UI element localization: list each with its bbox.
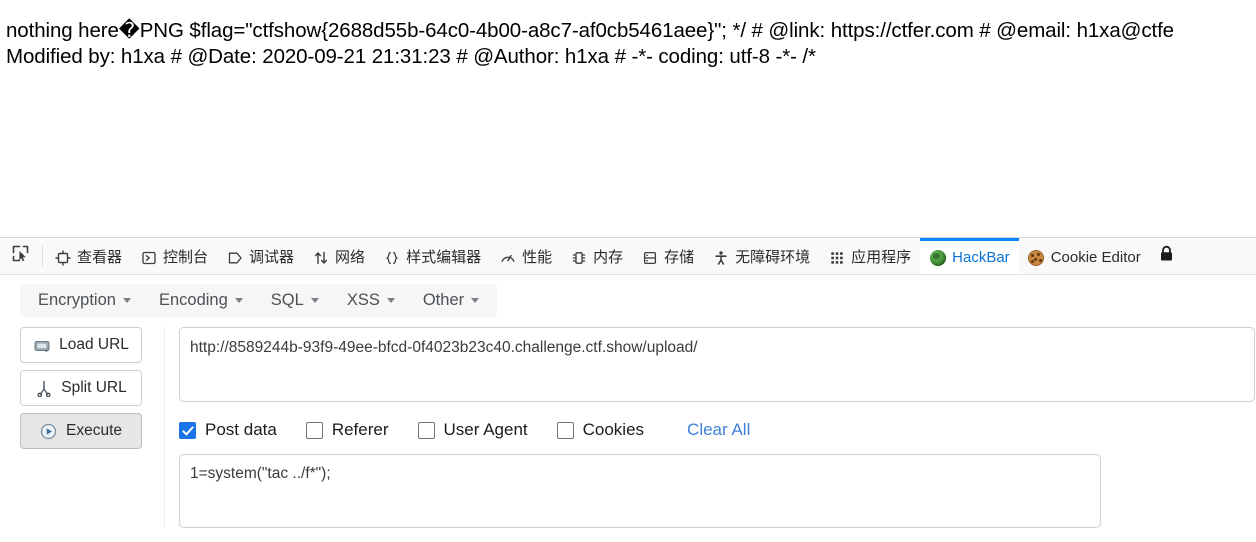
devtools-tab-console[interactable]: 控制台: [131, 238, 217, 274]
devtools-tab-memory[interactable]: 内存: [561, 238, 632, 274]
option-post-data[interactable]: Post data: [179, 420, 277, 440]
devtools-panel: 查看器 控制台 调试器 网络 样式编辑器 性能 内存 存储 无障碍环境 应用程序…: [0, 237, 1256, 542]
post-data-checkbox[interactable]: [179, 421, 196, 439]
hackbar-fields: Post data Referer User Agent Cookie: [165, 327, 1256, 528]
hackbar-menu-label: Encryption: [38, 291, 116, 309]
split-url-label: Split URL: [61, 379, 127, 396]
memory-icon: [570, 249, 587, 266]
lock-icon: [1158, 245, 1175, 267]
hackbar-menu-encoding[interactable]: Encoding: [145, 291, 257, 310]
devtools-tab-network[interactable]: 网络: [303, 238, 374, 274]
chevron-down-icon: [310, 298, 319, 303]
devtools-tab-label: 应用程序: [851, 249, 912, 266]
hackbar-body: Load URL Split URL Execute http://858924…: [0, 327, 1256, 528]
devtools-tab-style-editor[interactable]: 样式编辑器: [374, 238, 490, 274]
browser-window: nothing here�PNG $flag="ctfshow{2688d55b…: [0, 0, 1256, 542]
devtools-tab-cookie-editor[interactable]: Cookie Editor: [1019, 238, 1150, 274]
toolbar-divider: [42, 246, 43, 266]
application-icon: [828, 249, 845, 266]
network-icon: [312, 249, 329, 266]
devtools-tab-storage[interactable]: 存储: [632, 238, 703, 274]
execute-play-icon: [40, 422, 58, 440]
hackbar-options-row: Post data Referer User Agent Cookies Cle…: [179, 420, 1256, 440]
chevron-down-icon: [471, 298, 480, 303]
hackbar-menu-label: Other: [422, 291, 465, 309]
option-referer[interactable]: Referer: [305, 420, 389, 440]
option-user-agent[interactable]: User Agent: [417, 420, 528, 440]
devtools-toolbar: 查看器 控制台 调试器 网络 样式编辑器 性能 内存 存储 无障碍环境 应用程序…: [0, 238, 1256, 275]
element-picker-button[interactable]: [0, 238, 40, 274]
option-label: User Agent: [443, 420, 528, 439]
devtools-tab-debugger[interactable]: 调试器: [217, 238, 303, 274]
hackbar-menu-sql[interactable]: SQL: [257, 291, 333, 310]
console-icon: [140, 249, 157, 266]
hackbar-menu-label: XSS: [346, 291, 380, 309]
devtools-tab-application[interactable]: 应用程序: [819, 238, 920, 274]
option-label: Referer: [331, 420, 389, 439]
devtools-tab-label: Cookie Editor: [1050, 249, 1141, 266]
chevron-down-icon: [386, 298, 395, 303]
page-text-line-2: Modified by: h1xa # @Date: 2020-09-21 21…: [6, 45, 816, 68]
chevron-down-icon: [122, 298, 131, 303]
style-editor-icon: [383, 249, 400, 266]
page-text-line-1: nothing here�PNG $flag="ctfshow{2688d55b…: [6, 19, 1174, 42]
split-url-button[interactable]: Split URL: [20, 370, 142, 406]
devtools-tab-label: HackBar: [952, 249, 1010, 266]
hackbar-globe-icon: [929, 249, 946, 266]
devtools-tab-inspector[interactable]: 查看器: [45, 238, 131, 274]
devtools-tab-label: 存储: [664, 249, 695, 266]
load-url-label: Load URL: [59, 336, 129, 353]
load-url-button[interactable]: Load URL: [20, 327, 142, 363]
hackbar-menu-encryption[interactable]: Encryption: [24, 291, 145, 310]
hackbar-menu-xss[interactable]: XSS: [333, 291, 409, 310]
performance-icon: [499, 249, 516, 266]
devtools-tab-label: 性能: [522, 249, 553, 266]
hackbar-menu-label: Encoding: [158, 291, 228, 309]
cookies-checkbox[interactable]: [556, 421, 574, 439]
devtools-tab-label: 网络: [335, 249, 366, 266]
option-label: Post data: [205, 420, 277, 439]
cookie-icon: [1028, 249, 1045, 266]
split-url-icon: [35, 379, 53, 397]
devtools-tab-label: 控制台: [163, 249, 209, 266]
devtools-tab-accessibility[interactable]: 无障碍环境: [703, 238, 819, 274]
url-input[interactable]: [179, 327, 1255, 402]
execute-button[interactable]: Execute: [20, 413, 142, 449]
hackbar-menu-label: SQL: [270, 291, 304, 309]
referer-checkbox[interactable]: [305, 421, 323, 439]
devtools-tab-label: 样式编辑器: [406, 249, 482, 266]
hackbar-action-buttons: Load URL Split URL Execute: [0, 327, 165, 528]
hackbar-menu-other[interactable]: Other: [409, 291, 493, 310]
devtools-tab-label: 查看器: [77, 249, 123, 266]
devtools-tab-label: 调试器: [249, 249, 295, 266]
hackbar-menubar: Encryption Encoding SQL XSS Other: [20, 284, 498, 317]
devtools-tab-hackbar[interactable]: HackBar: [920, 238, 1019, 274]
page-content: nothing here�PNG $flag="ctfshow{2688d55b…: [0, 0, 1256, 237]
element-picker-icon: [11, 244, 30, 268]
load-url-icon: [33, 336, 51, 354]
post-data-input[interactable]: [179, 454, 1101, 528]
storage-icon: [641, 249, 658, 266]
execute-label: Execute: [65, 422, 122, 439]
clear-all-link[interactable]: Clear All: [687, 420, 750, 440]
devtools-tab-label: 无障碍环境: [735, 249, 811, 266]
devtools-tab-performance[interactable]: 性能: [490, 238, 561, 274]
devtools-tab-label: 内存: [593, 249, 624, 266]
debugger-icon: [226, 249, 243, 266]
user-agent-checkbox[interactable]: [417, 421, 435, 439]
inspector-icon: [54, 249, 71, 266]
hackbar-panel: Encryption Encoding SQL XSS Other Load U…: [0, 275, 1256, 542]
lock-button[interactable]: [1150, 238, 1181, 274]
chevron-down-icon: [234, 298, 243, 303]
option-cookies[interactable]: Cookies: [556, 420, 645, 440]
option-label: Cookies: [582, 420, 645, 439]
accessibility-icon: [712, 249, 729, 266]
